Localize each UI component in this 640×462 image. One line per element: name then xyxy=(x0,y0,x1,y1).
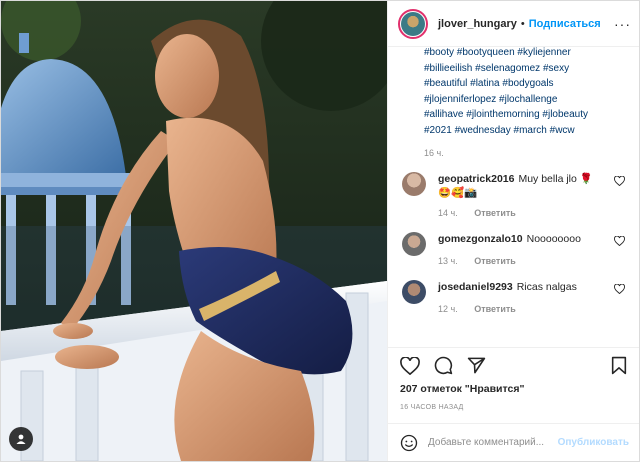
comment-time[interactable]: 14 ч. xyxy=(438,208,458,218)
comment-time[interactable]: 12 ч. xyxy=(438,304,458,314)
comment-meta: 14 ч. Ответить xyxy=(438,208,608,218)
comment-text: Noooooooo xyxy=(526,233,581,245)
more-options-icon[interactable]: ··· xyxy=(614,16,631,32)
comment-meta: 12 ч. Ответить xyxy=(438,304,608,314)
reply-button[interactable]: Ответить xyxy=(474,208,516,218)
caption-hashtags: #booty #bootyqueen #kyliejenner #billiee… xyxy=(402,47,627,138)
like-comment-heart-icon[interactable] xyxy=(614,236,625,246)
user-icon xyxy=(16,434,26,444)
comment-meta: 13 ч. Ответить xyxy=(438,256,608,266)
publish-button[interactable]: Опубликовать xyxy=(558,437,629,448)
like-comment-heart-icon[interactable] xyxy=(614,284,625,294)
post-header: jlover_hungary • Подписаться ··· xyxy=(388,1,639,47)
comment-item: josedaniel9293 Ricas nalgas 12 ч. Ответит… xyxy=(402,280,627,314)
commenter-avatar[interactable] xyxy=(402,232,426,256)
reply-button[interactable]: Ответить xyxy=(474,304,516,314)
post-side-panel: jlover_hungary • Подписаться ··· #booty … xyxy=(387,1,639,461)
instagram-post: jlover_hungary • Подписаться ··· #booty … xyxy=(0,0,640,462)
comment-username[interactable]: gomezgonzalo10 xyxy=(438,233,523,245)
comment-emoji-line: 🤩🥰📸 xyxy=(438,187,478,199)
heart-icon[interactable] xyxy=(400,356,420,375)
hashtag-line[interactable]: #billieeilish #selenagomez #sexy xyxy=(424,61,627,77)
comment-text-block: josedaniel9293 Ricas nalgas xyxy=(438,280,608,294)
post-timestamp[interactable]: 16 ЧАСОВ НАЗАД xyxy=(388,401,639,423)
commenter-avatar[interactable] xyxy=(402,172,426,196)
comment-input[interactable] xyxy=(428,437,554,448)
comments-section[interactable]: #booty #bootyqueen #kyliejenner #billiee… xyxy=(388,47,639,347)
comment-time[interactable]: 13 ч. xyxy=(438,256,458,266)
like-comment-heart-icon[interactable] xyxy=(614,176,625,186)
comment-text: Ricas nalgas xyxy=(516,281,577,293)
tagged-users-button[interactable] xyxy=(9,427,33,451)
emoji-icon[interactable] xyxy=(400,434,418,452)
separator-dot: • xyxy=(520,17,525,30)
comment-text-block: gomezgonzalo10 Noooooooo xyxy=(438,232,608,246)
comment-username[interactable]: josedaniel9293 xyxy=(438,281,513,293)
author-username[interactable]: jlover_hungary xyxy=(438,18,517,30)
hashtag-line[interactable]: #jlojenniferlopez #jlochallenge xyxy=(424,92,627,108)
comment-item: gomezgonzalo10 Noooooooo 13 ч. Ответить xyxy=(402,232,627,266)
post-photo[interactable] xyxy=(1,1,387,461)
post-image-illustration xyxy=(1,1,387,461)
hashtag-line[interactable]: #allihave #jlointhemorning #jlobeauty xyxy=(424,107,627,123)
hashtag-line[interactable]: #2021 #wednesday #march #wcw xyxy=(424,123,627,139)
comment-icon[interactable] xyxy=(434,356,453,375)
caption-time[interactable]: 16 ч. xyxy=(402,148,627,158)
comment-text: Muy bella jlo 🌹 xyxy=(518,173,593,185)
add-comment-bar: Опубликовать xyxy=(388,423,639,461)
hashtag-line[interactable]: #booty #bootyqueen #kyliejenner xyxy=(424,47,627,61)
comment-text-block: geopatrick2016 Muy bella jlo 🌹 🤩🥰📸 xyxy=(438,172,608,200)
follow-button[interactable]: Подписаться xyxy=(529,18,601,30)
comment-item: geopatrick2016 Muy bella jlo 🌹 🤩🥰📸 14 ч. … xyxy=(402,172,627,218)
comment-username[interactable]: geopatrick2016 xyxy=(438,173,514,185)
likes-count[interactable]: 207 отметок "Нравится" xyxy=(388,383,639,401)
commenter-avatar[interactable] xyxy=(402,280,426,304)
post-actions-bar xyxy=(388,347,639,383)
bookmark-icon[interactable] xyxy=(611,356,627,375)
author-avatar[interactable] xyxy=(398,8,428,39)
reply-button[interactable]: Ответить xyxy=(474,256,516,266)
share-icon[interactable] xyxy=(467,356,486,375)
hashtag-line[interactable]: #beautiful #latina #bodygoals xyxy=(424,76,627,92)
